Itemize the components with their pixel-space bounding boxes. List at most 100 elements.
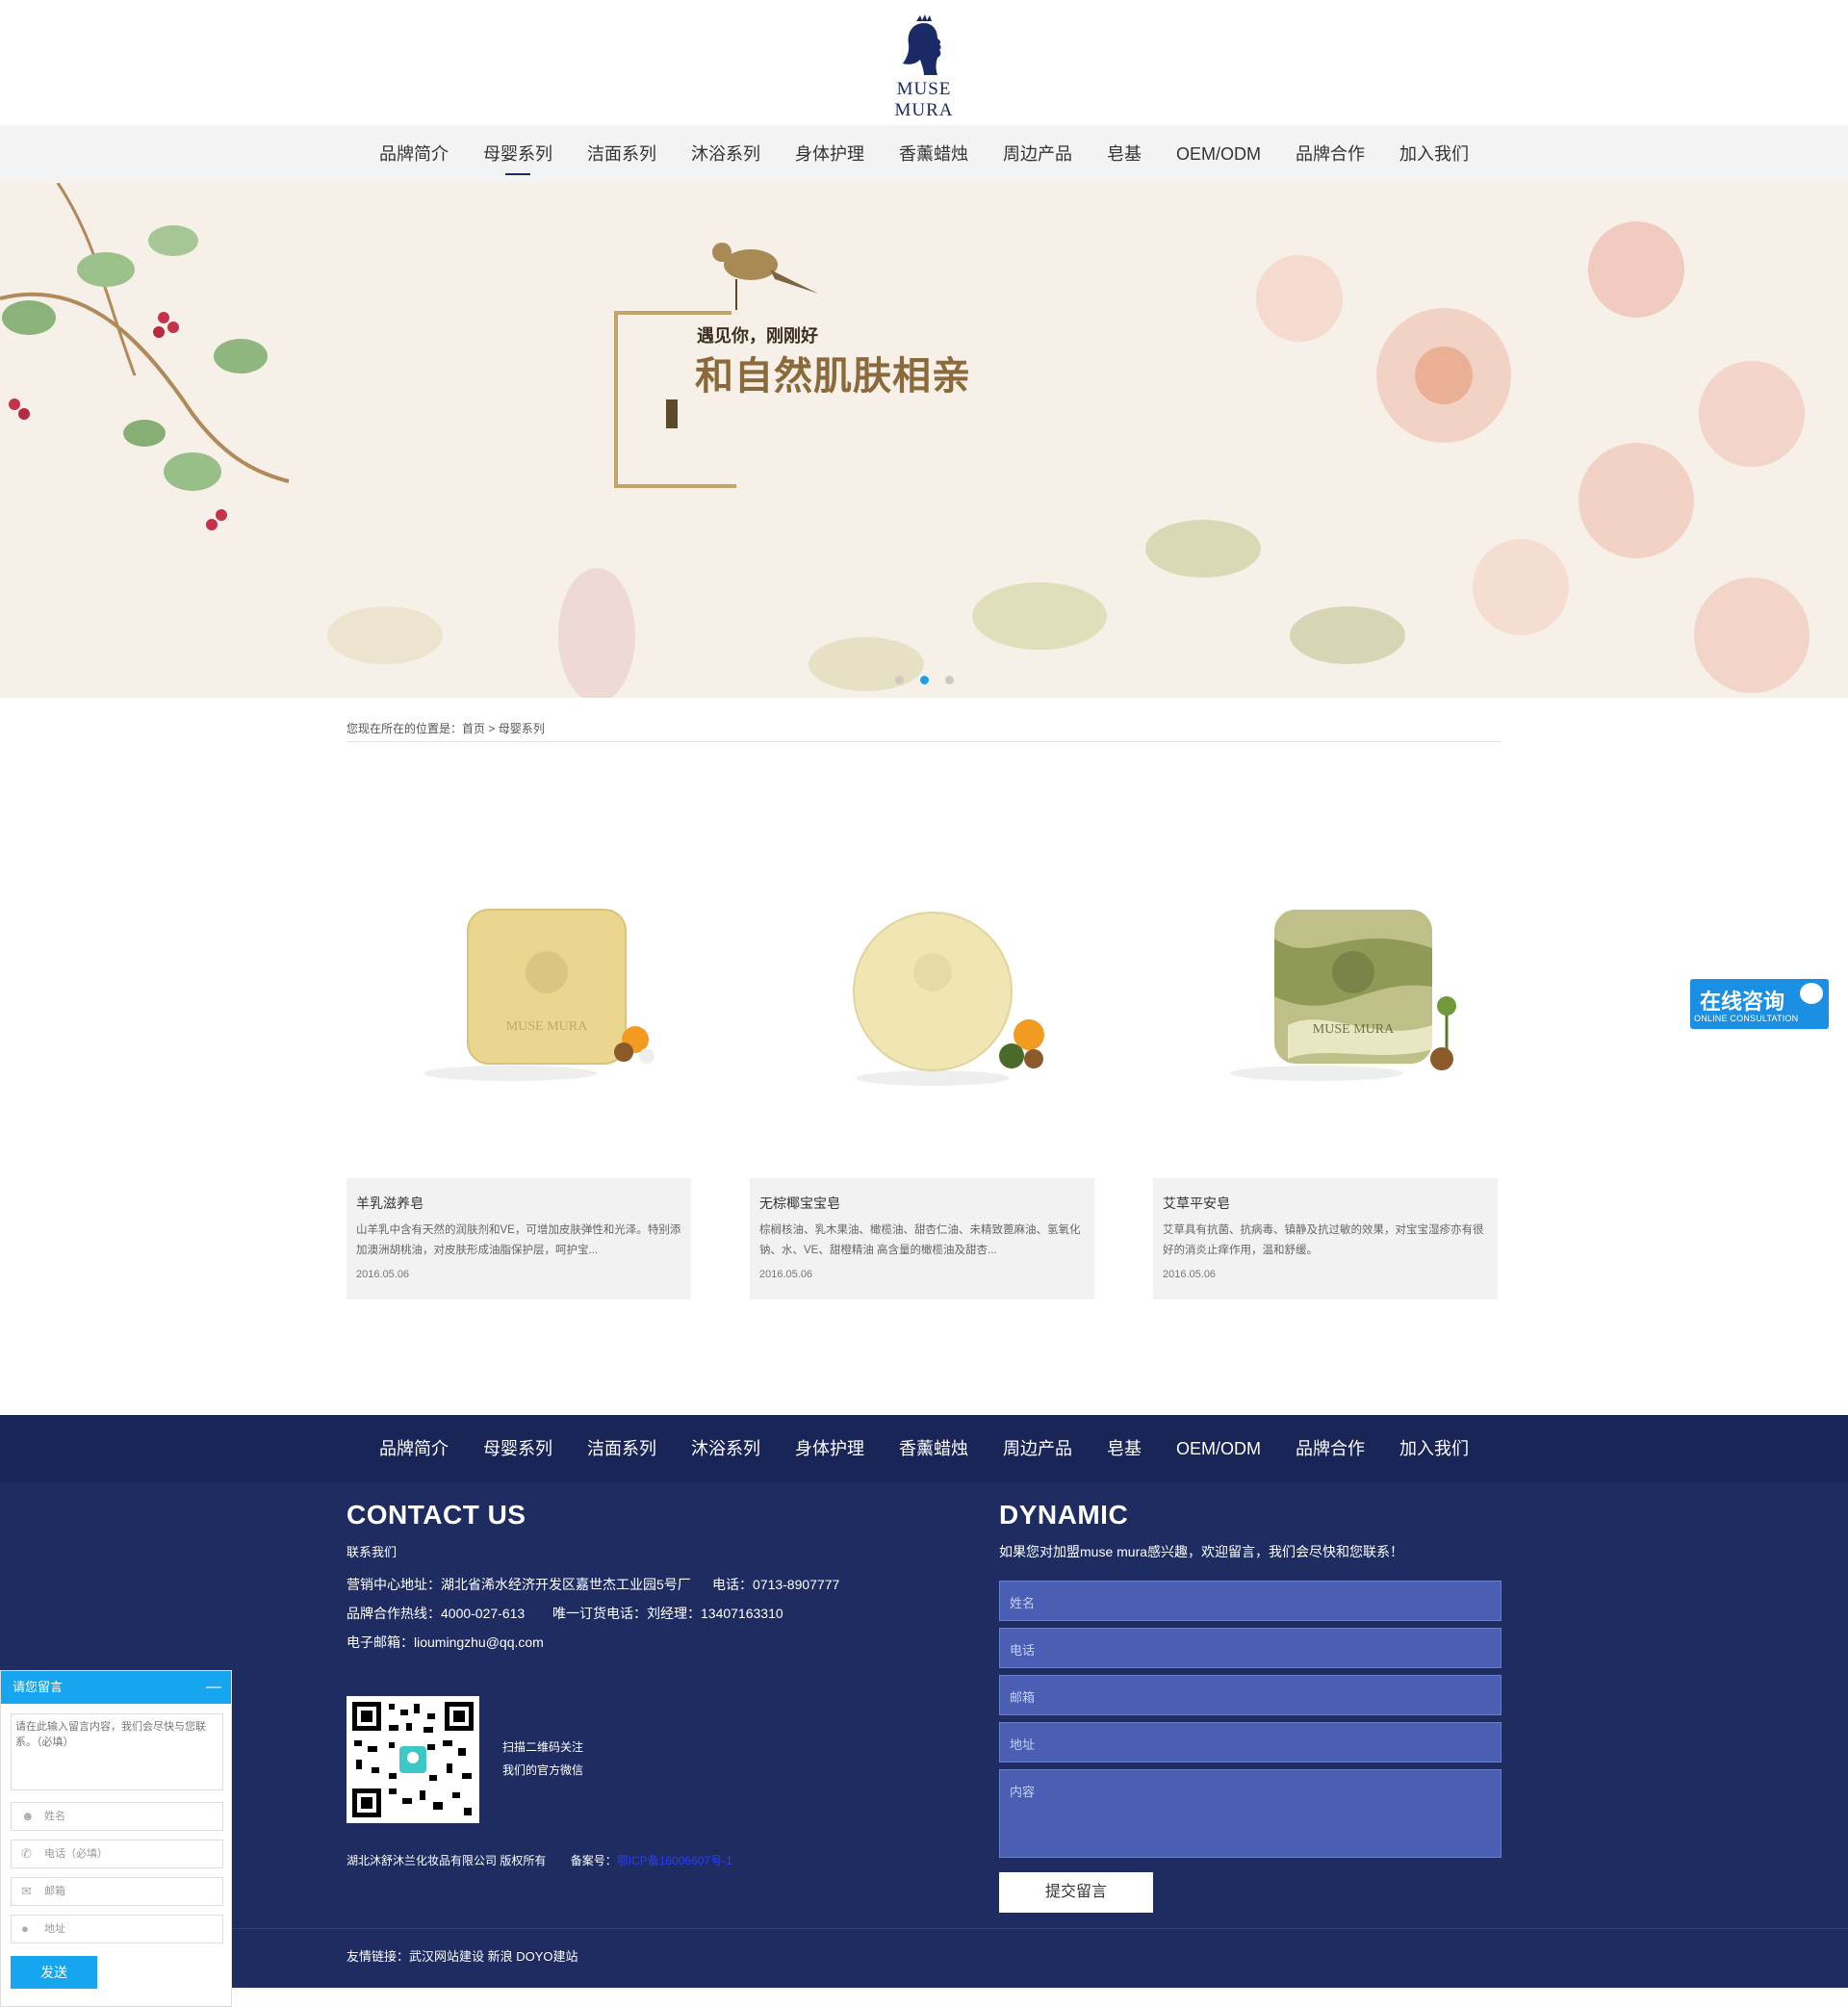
submit-message-button[interactable]: 提交留言 xyxy=(999,1872,1153,1913)
qr-caption-2: 我们的官方微信 xyxy=(502,1763,584,1777)
mail-icon: ✉ xyxy=(21,1884,32,1898)
footer-nav-item-8[interactable]: OEM/ODM xyxy=(1176,1415,1261,1482)
goat-milk-soap-image: MUSE MURA xyxy=(424,909,654,1081)
qr-code-icon xyxy=(346,1696,479,1823)
nav-item-5[interactable]: 香薰蜡烛 xyxy=(899,125,968,183)
footer-nav-item-10[interactable]: 加入我们 xyxy=(1399,1415,1469,1482)
order-line-text: 唯一订货电话：刘经理：13407163310 xyxy=(552,1606,783,1621)
product-3-image[interactable]: MUSE MURA xyxy=(1153,881,1498,1102)
queen-silhouette-icon xyxy=(903,14,941,75)
copyright-text: 湖北沐舒沐兰化妆品有限公司 版权所有 xyxy=(346,1854,547,1867)
nav-item-4[interactable]: 身体护理 xyxy=(795,125,864,183)
form-name-field[interactable]: 姓名 xyxy=(999,1581,1502,1621)
message-email-placeholder: 邮箱 xyxy=(44,1886,65,1897)
product-description: 棕榈核油、乳木果油、橄榄油、甜杏仁油、未精致蓖麻油、氢氧化钠、水、VE、甜橙精油… xyxy=(759,1224,1081,1256)
online-consultation-button[interactable]: 在线咨询 ONLINE CONSULTATION xyxy=(1690,979,1829,1029)
form-address-field[interactable]: 地址 xyxy=(999,1722,1502,1763)
breadcrumb-current[interactable]: 母婴系列 xyxy=(499,722,545,735)
icp-label: 备案号： xyxy=(570,1854,617,1867)
message-name-placeholder: 姓名 xyxy=(44,1811,65,1822)
banner-dot-0[interactable] xyxy=(895,676,904,684)
message-phone-placeholder: 电话（必填） xyxy=(44,1848,108,1860)
footer-divider xyxy=(0,1928,1848,1929)
product-date: 2016.05.06 xyxy=(1163,1269,1217,1280)
address-text: 营销中心地址：湖北省浠水经济开发区嘉世杰工业园5号厂 xyxy=(346,1577,691,1592)
footer-nav-item-5[interactable]: 香薰蜡烛 xyxy=(899,1415,968,1482)
hotline-text: 品牌合作热线：4000-027-613 xyxy=(346,1606,526,1621)
message-phone-field[interactable]: ✆ 电话（必填） xyxy=(11,1840,223,1868)
message-textarea[interactable] xyxy=(11,1713,223,1790)
footer-nav-item-4[interactable]: 身体护理 xyxy=(795,1415,864,1482)
contact-subtitle: 联系我们 xyxy=(346,1545,398,1559)
main-nav: 品牌简介 母婴系列 洁面系列 沐浴系列 身体护理 香薰蜡烛 周边产品 皂基 OEM/ODM 品牌合… xyxy=(0,125,1848,183)
icp-link[interactable]: 鄂ICP备16006607号-1 xyxy=(617,1854,732,1867)
brand-name: MUSE MURA xyxy=(894,79,954,120)
site-header: MUSE MURA xyxy=(0,0,1848,125)
footer-nav-item-9[interactable]: 品牌合作 xyxy=(1296,1415,1365,1482)
nav-item-0[interactable]: 品牌简介 xyxy=(379,125,449,183)
phone-text: 电话：0713-8907777 xyxy=(712,1577,840,1592)
contact-title: CONTACT US xyxy=(346,1500,526,1530)
product-name[interactable]: 艾草平安皂 xyxy=(1163,1194,1488,1213)
form-phone-field[interactable]: 电话 xyxy=(999,1628,1502,1668)
breadcrumb-prefix: 您现在所在的位置是： xyxy=(346,722,463,735)
brand-logo[interactable]: MUSE MURA xyxy=(866,13,982,121)
nav-item-1[interactable]: 母婴系列 xyxy=(483,125,552,183)
message-widget-title: 请您留言 xyxy=(13,1680,64,1694)
mugwort-soap-image: MUSE MURA xyxy=(1230,910,1456,1081)
nav-item-10[interactable]: 加入我们 xyxy=(1399,125,1469,183)
product-name[interactable]: 羊乳滋养皂 xyxy=(356,1194,681,1213)
svg-text:MUSE MURA: MUSE MURA xyxy=(506,1019,588,1034)
user-icon: ☻ xyxy=(21,1809,35,1823)
consult-sublabel: ONLINE CONSULTATION xyxy=(1694,1014,1799,1023)
email-text: 电子邮箱：lioumingzhu@qq.com xyxy=(346,1634,544,1650)
footer-nav-item-6[interactable]: 周边产品 xyxy=(1003,1415,1072,1482)
phone-icon: ✆ xyxy=(21,1846,32,1861)
send-button[interactable]: 发送 xyxy=(11,1956,97,1989)
product-date: 2016.05.06 xyxy=(759,1269,813,1280)
coconut-baby-soap-image xyxy=(853,912,1044,1086)
message-address-field[interactable]: ● 地址 xyxy=(11,1915,223,1943)
nav-item-6[interactable]: 周边产品 xyxy=(1003,125,1072,183)
copyright: 湖北沐舒沐兰化妆品有限公司 版权所有 备案号：鄂ICP备16006607号-1 xyxy=(346,1852,732,1868)
footer-nav-item-1[interactable]: 母婴系列 xyxy=(483,1415,552,1482)
nav-item-8[interactable]: OEM/ODM xyxy=(1176,125,1261,183)
banner-tagline-big: 和自然肌肤相亲 xyxy=(695,354,971,398)
product-card-1[interactable]: 无棕椰宝宝皂棕榈核油、乳木果油、橄榄油、甜杏仁油、未精致蓖麻油、氢氧化钠、水、V… xyxy=(750,1178,1094,1299)
consult-label: 在线咨询 xyxy=(1700,990,1785,1014)
footer-nav-item-2[interactable]: 洁面系列 xyxy=(587,1415,656,1482)
footer-nav: 品牌简介 母婴系列 洁面系列 沐浴系列 身体护理 香薰蜡烛 周边产品 皂基 OEM/ODM 品牌合… xyxy=(0,1415,1848,1482)
nav-item-7[interactable]: 皂基 xyxy=(1107,125,1142,183)
product-card-0[interactable]: 羊乳滋养皂 山羊乳中含有天然的润肤剂和VE，可增加皮肤弹性和光泽。特别添加澳洲胡桃… xyxy=(346,1178,691,1299)
product-name[interactable]: 无棕椰宝宝皂 xyxy=(759,1194,1085,1213)
message-name-field[interactable]: ☻ 姓名 xyxy=(11,1802,223,1831)
minimize-icon[interactable]: — xyxy=(206,1671,221,1704)
message-widget: 请您留言 — ☻ 姓名 ✆ 电话（必填） ✉ 邮箱 ● 地址 发送 xyxy=(0,1670,232,2007)
product-1-image[interactable]: MUSE MURA xyxy=(346,881,691,1102)
nav-item-9[interactable]: 品牌合作 xyxy=(1296,125,1365,183)
breadcrumb-sep: > xyxy=(485,722,499,735)
banner-dot-1[interactable] xyxy=(920,676,929,684)
footer-nav-item-0[interactable]: 品牌简介 xyxy=(379,1415,449,1482)
site-footer: CONTACT US 联系我们 营销中心地址：湖北省浠水经济开发区嘉世杰工业园5… xyxy=(0,1482,1848,1988)
breadcrumb-divider xyxy=(346,741,1502,742)
form-content-field[interactable]: 内容 xyxy=(999,1769,1502,1858)
qr-caption-1: 扫描二维码关注 xyxy=(502,1740,584,1754)
product-2-image[interactable] xyxy=(750,881,1094,1102)
message-widget-header: 请您留言 — xyxy=(1,1671,231,1704)
message-email-field[interactable]: ✉ 邮箱 xyxy=(11,1877,223,1906)
friendly-links[interactable]: 友情链接：武汉网站建设 新浪 DOYO建站 xyxy=(346,1946,578,1965)
footer-nav-item-7[interactable]: 皂基 xyxy=(1107,1415,1142,1482)
hero-banner[interactable]: 遇见你，刚刚好 和自然肌肤相亲 xyxy=(0,183,1848,698)
banner-dot-2[interactable] xyxy=(945,676,954,684)
banner-illustration xyxy=(0,183,1848,698)
nav-item-2[interactable]: 洁面系列 xyxy=(587,125,656,183)
nav-item-3[interactable]: 沐浴系列 xyxy=(691,125,760,183)
breadcrumb-home[interactable]: 首页 xyxy=(462,722,485,735)
product-card-2[interactable]: 艾草平安皂 艾草具有抗菌、抗病毒、镇静及抗过敏的效果，对宝宝湿疹亦有很好的消炎止痒… xyxy=(1153,1178,1498,1299)
chat-bubble-icon xyxy=(1800,983,1823,1004)
footer-nav-item-3[interactable]: 沐浴系列 xyxy=(691,1415,760,1482)
dynamic-subtitle: 如果您对加盟muse mura感兴趣，欢迎留言，我们会尽快和您联系！ xyxy=(999,1544,1404,1559)
dynamic-title: DYNAMIC xyxy=(999,1500,1129,1530)
form-email-field[interactable]: 邮箱 xyxy=(999,1675,1502,1715)
